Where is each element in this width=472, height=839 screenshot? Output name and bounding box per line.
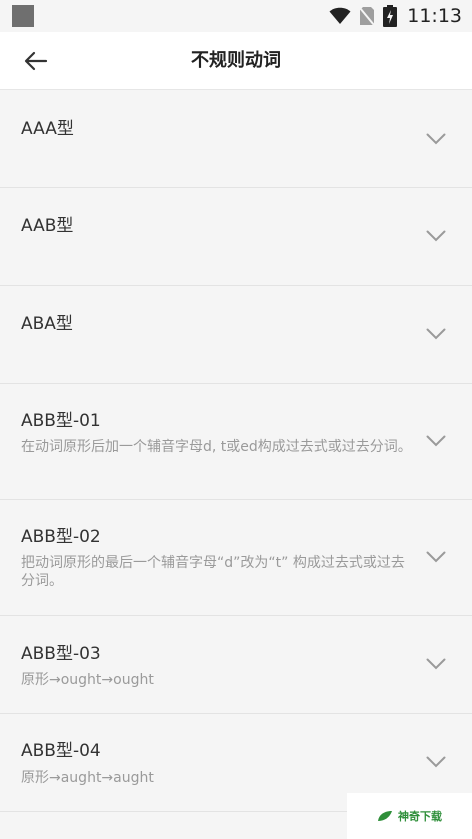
back-button[interactable] [18,46,54,76]
chevron-down-icon [426,551,446,563]
list-item-title: ABB型-02 [21,527,101,547]
no-sim-icon [359,7,376,26]
list-item-aab[interactable]: AAB型 [0,188,472,286]
status-bar: 11:13 [0,0,472,32]
watermark: 神奇下载 [347,793,472,839]
leaf-logo-icon [378,811,392,821]
chevron-down-icon [426,133,446,145]
status-time: 11:13 [407,5,462,27]
list-item-aba[interactable]: ABA型 [0,286,472,384]
app-bar: 不规则动词 [0,32,472,90]
list-item-title: ABB型-04 [21,741,101,761]
list-item-abb-02[interactable]: ABB型-02 把动词原形的最后一个辅音字母“d”改为“t” 构成过去式或过去分… [0,500,472,616]
verb-type-list: AAA型 AAB型 ABA型 ABB型-01 在动词原形后加一个辅音字母d, t… [0,90,472,812]
watermark-text: 神奇下载 [398,810,442,823]
wifi-icon [329,7,351,25]
list-item-description: 在动词原形后加一个辅音字母d, t或ed构成过去式或过去分词。 [21,439,412,455]
list-item-description: 把动词原形的最后一个辅音字母“d”改为“t” 构成过去式或过去分词。 [21,555,405,589]
list-item-title: ABB型-03 [21,644,101,664]
list-item-title: ABA型 [21,314,73,334]
list-item-description: 原形→ought→ought [21,672,154,688]
chevron-down-icon [426,435,446,447]
notification-icon [12,5,34,27]
list-item-abb-01[interactable]: ABB型-01 在动词原形后加一个辅音字母d, t或ed构成过去式或过去分词。 [0,384,472,500]
page-title: 不规则动词 [191,50,281,71]
chevron-down-icon [426,328,446,340]
battery-charging-icon [383,5,398,27]
chevron-down-icon [426,756,446,768]
list-item-title: AAB型 [21,216,74,236]
list-item-abb-03[interactable]: ABB型-03 原形→ought→ought [0,616,472,714]
list-item-title: ABB型-01 [21,411,101,431]
list-item-title: AAA型 [21,119,74,139]
status-icons: 11:13 [329,4,462,28]
arrow-left-icon [24,51,48,71]
chevron-down-icon [426,230,446,242]
list-item-description: 原形→aught→aught [21,770,154,786]
list-item-aaa[interactable]: AAA型 [0,90,472,188]
chevron-down-icon [426,658,446,670]
